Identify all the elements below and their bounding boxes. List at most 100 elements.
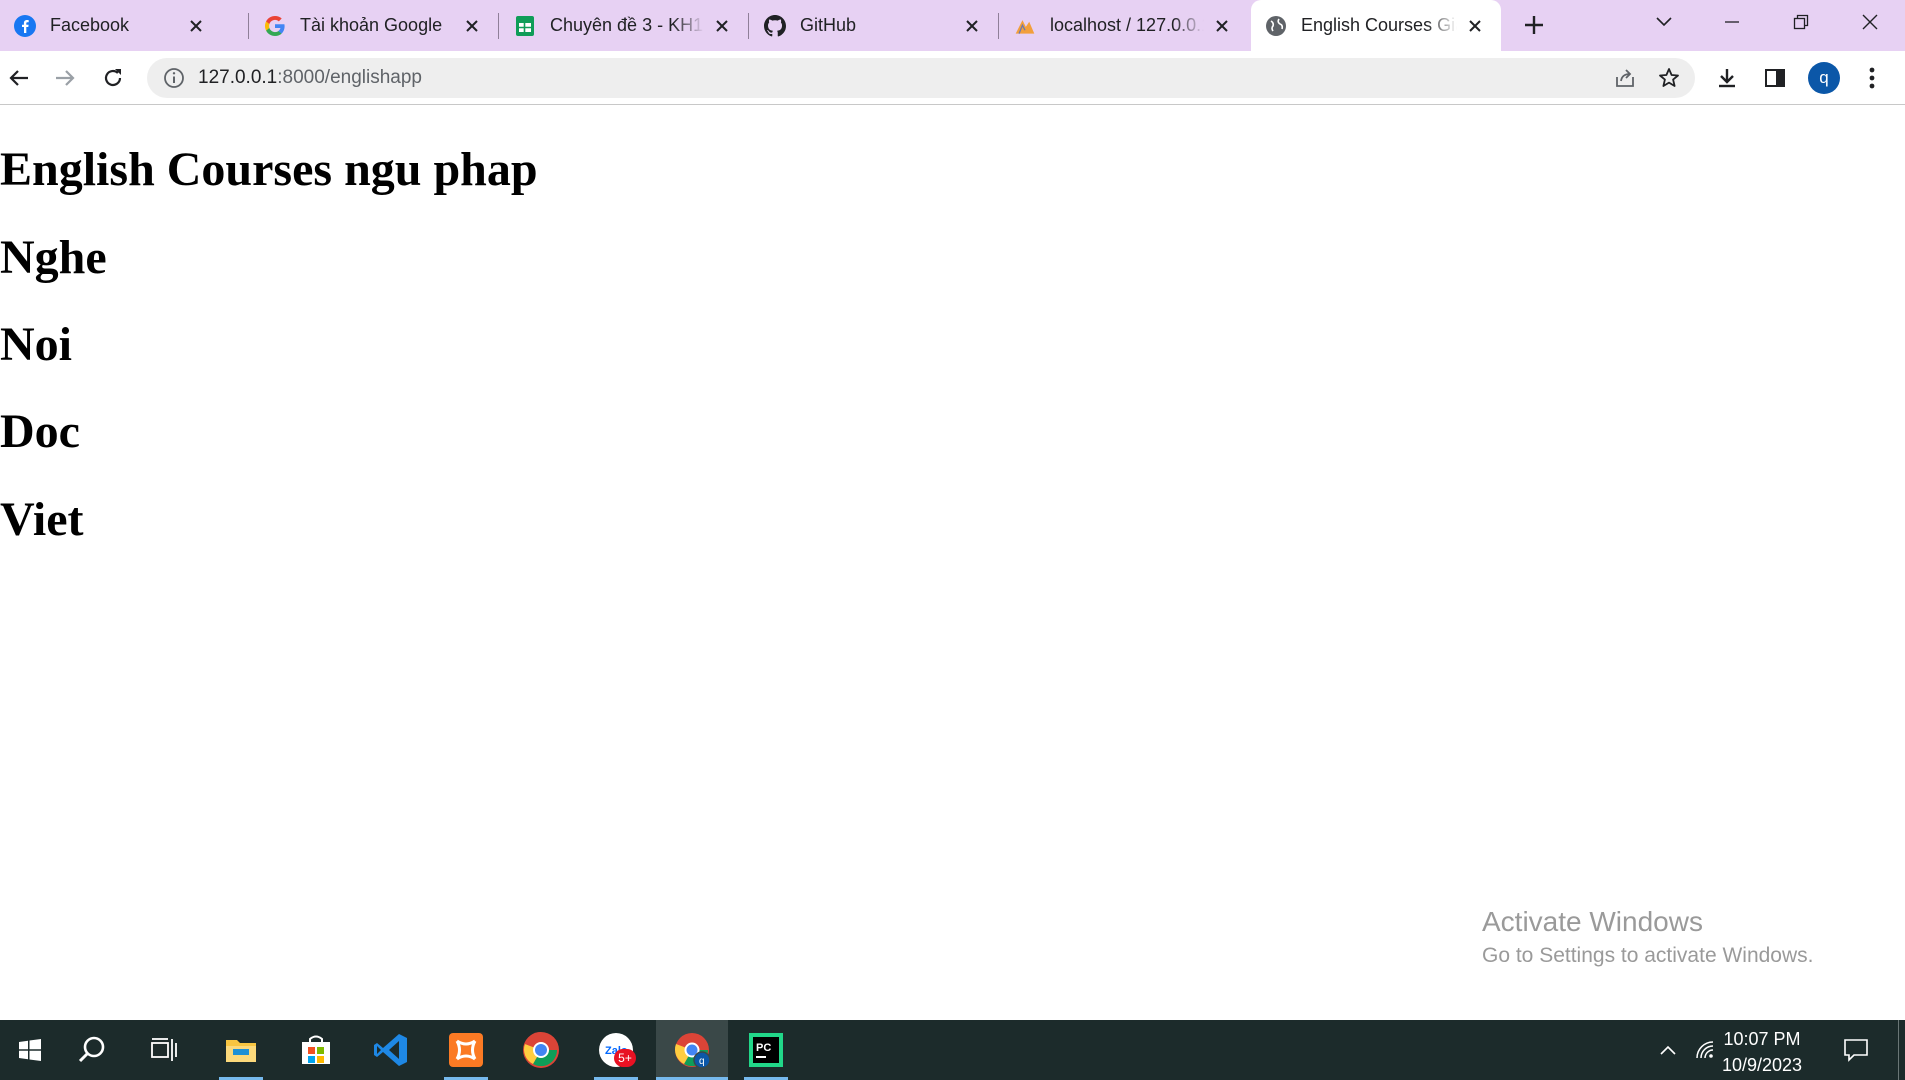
menu-button[interactable]	[1853, 59, 1891, 97]
tab-separator	[748, 13, 749, 39]
xampp-button[interactable]	[436, 1020, 496, 1080]
skill-heading-reading: Doc	[0, 405, 80, 458]
back-button[interactable]	[0, 59, 38, 97]
url-path: :8000/englishapp	[277, 67, 422, 88]
vscode-icon	[374, 1034, 407, 1066]
new-tab-button[interactable]	[1515, 6, 1553, 44]
tab-title: Facebook	[50, 15, 130, 35]
close-tab-icon[interactable]	[460, 14, 484, 38]
tab-google-account[interactable]: Tài khoản Google	[250, 0, 498, 51]
url-text[interactable]: 127.0.0.1:8000/englishapp	[198, 67, 422, 89]
avatar-initial: q	[1819, 68, 1829, 87]
plus-icon	[1525, 16, 1543, 34]
url-host: 127.0.0.1	[198, 67, 278, 88]
tab-title: Tài khoản Google	[300, 15, 443, 35]
minimize-icon	[1725, 21, 1739, 23]
tab-search-button[interactable]	[1634, 0, 1694, 44]
kebab-menu-icon	[1869, 67, 1875, 89]
side-panel-button[interactable]	[1756, 59, 1794, 97]
download-icon	[1719, 69, 1735, 88]
screen: Facebook Tài khoản Google Chuyên đề 3 - …	[0, 0, 1905, 1080]
bookmark-star-icon[interactable]	[1657, 66, 1681, 90]
tab-title: GitHub	[800, 15, 857, 35]
search-button[interactable]	[62, 1020, 122, 1080]
taskbar: Zalo 5+ q PC 10:07 PM 10/9/2023	[0, 1020, 1905, 1080]
tab-title: Chuyên đề 3 - KH1	[550, 15, 704, 35]
clock-date: 10/9/2023	[1721, 1055, 1803, 1075]
notification-icon	[1844, 1039, 1868, 1062]
folder-icon	[226, 1040, 256, 1062]
reload-icon	[104, 69, 122, 87]
tab-github[interactable]: GitHub	[750, 0, 998, 51]
file-explorer-button[interactable]	[211, 1020, 271, 1080]
side-panel-icon	[1765, 69, 1785, 87]
tab-separator	[248, 13, 249, 39]
arrow-left-icon	[9, 70, 28, 86]
close-tab-icon[interactable]	[1210, 14, 1234, 38]
tab-english-courses[interactable]: English Courses Gia	[1251, 0, 1501, 51]
task-view-button[interactable]	[134, 1020, 194, 1080]
profile-button[interactable]: q	[1805, 59, 1843, 97]
avatar: q	[1808, 62, 1840, 94]
start-button[interactable]	[0, 1020, 60, 1080]
chrome-button[interactable]	[511, 1020, 571, 1080]
info-icon[interactable]	[163, 67, 185, 89]
store-icon	[302, 1035, 330, 1064]
pycharm-icon: PC	[749, 1033, 783, 1067]
arrow-right-icon	[56, 70, 75, 86]
close-window-button[interactable]	[1840, 0, 1900, 44]
restore-icon	[1793, 14, 1809, 30]
github-icon	[764, 14, 786, 37]
skill-heading-writing: Viet	[0, 493, 84, 546]
skill-heading-speaking: Noi	[0, 318, 72, 371]
show-desktop-button[interactable]	[1898, 1020, 1905, 1080]
tab-sheets[interactable]: Chuyên đề 3 - KH1	[500, 0, 748, 51]
browser-toolbar: 127.0.0.1:8000/englishapp q	[0, 51, 1905, 105]
tab-strip: Facebook Tài khoản Google Chuyên đề 3 - …	[0, 0, 1905, 51]
close-tab-icon[interactable]	[184, 14, 208, 38]
address-bar[interactable]: 127.0.0.1:8000/englishapp	[147, 58, 1695, 98]
notification-badge: 5+	[614, 1049, 636, 1067]
tab-separator	[498, 13, 499, 39]
google-icon	[264, 15, 286, 37]
tab-phpmyadmin[interactable]: localhost / 127.0.0.1	[1000, 0, 1248, 51]
reload-button[interactable]	[94, 59, 132, 97]
task-view-icon	[151, 1038, 177, 1061]
sheets-icon	[514, 15, 536, 37]
chrome-profile-icon: q	[674, 1033, 711, 1069]
tab-facebook[interactable]: Facebook	[0, 0, 222, 51]
page-content: English Courses ngu phap Nghe Noi Doc Vi…	[0, 106, 1905, 1020]
skill-heading-listening: Nghe	[0, 231, 107, 284]
close-tab-icon[interactable]	[1463, 14, 1487, 38]
svg-text:q: q	[699, 1056, 705, 1067]
share-icon[interactable]	[1613, 66, 1637, 90]
vscode-button[interactable]	[361, 1020, 421, 1080]
downloads-button[interactable]	[1708, 59, 1746, 97]
action-center-button[interactable]	[1826, 1020, 1886, 1080]
watermark-title: Activate Windows	[1482, 906, 1703, 937]
chrome-profile-button[interactable]: q	[656, 1020, 728, 1080]
xampp-icon	[449, 1033, 483, 1067]
close-tab-icon[interactable]	[710, 14, 734, 38]
activate-windows-watermark: Activate Windows Go to Settings to activ…	[1482, 906, 1814, 968]
clock-time: 10:07 PM	[1723, 1029, 1801, 1049]
phpmyadmin-icon	[1014, 15, 1036, 37]
windows-logo-icon	[19, 1039, 41, 1061]
forward-button[interactable]	[46, 59, 84, 97]
search-icon	[78, 1036, 105, 1063]
close-tab-icon[interactable]	[960, 14, 984, 38]
restore-button[interactable]	[1771, 0, 1831, 44]
microsoft-store-button[interactable]	[286, 1020, 346, 1080]
clock[interactable]: 10:07 PM 10/9/2023	[1712, 1026, 1812, 1078]
close-icon	[1862, 14, 1878, 30]
facebook-icon	[14, 14, 36, 37]
minimize-button[interactable]	[1702, 0, 1762, 44]
globe-icon	[1265, 15, 1287, 37]
chrome-icon	[523, 1031, 559, 1068]
tab-title: English Courses Gia	[1301, 15, 1457, 35]
page-title: English Courses ngu phap	[0, 143, 538, 196]
pycharm-button[interactable]: PC	[736, 1020, 796, 1080]
watermark-subtitle: Go to Settings to activate Windows.	[1482, 944, 1814, 967]
tab-title: localhost / 127.0.0.1	[1050, 15, 1204, 35]
zalo-button[interactable]: Zalo 5+	[586, 1020, 646, 1080]
